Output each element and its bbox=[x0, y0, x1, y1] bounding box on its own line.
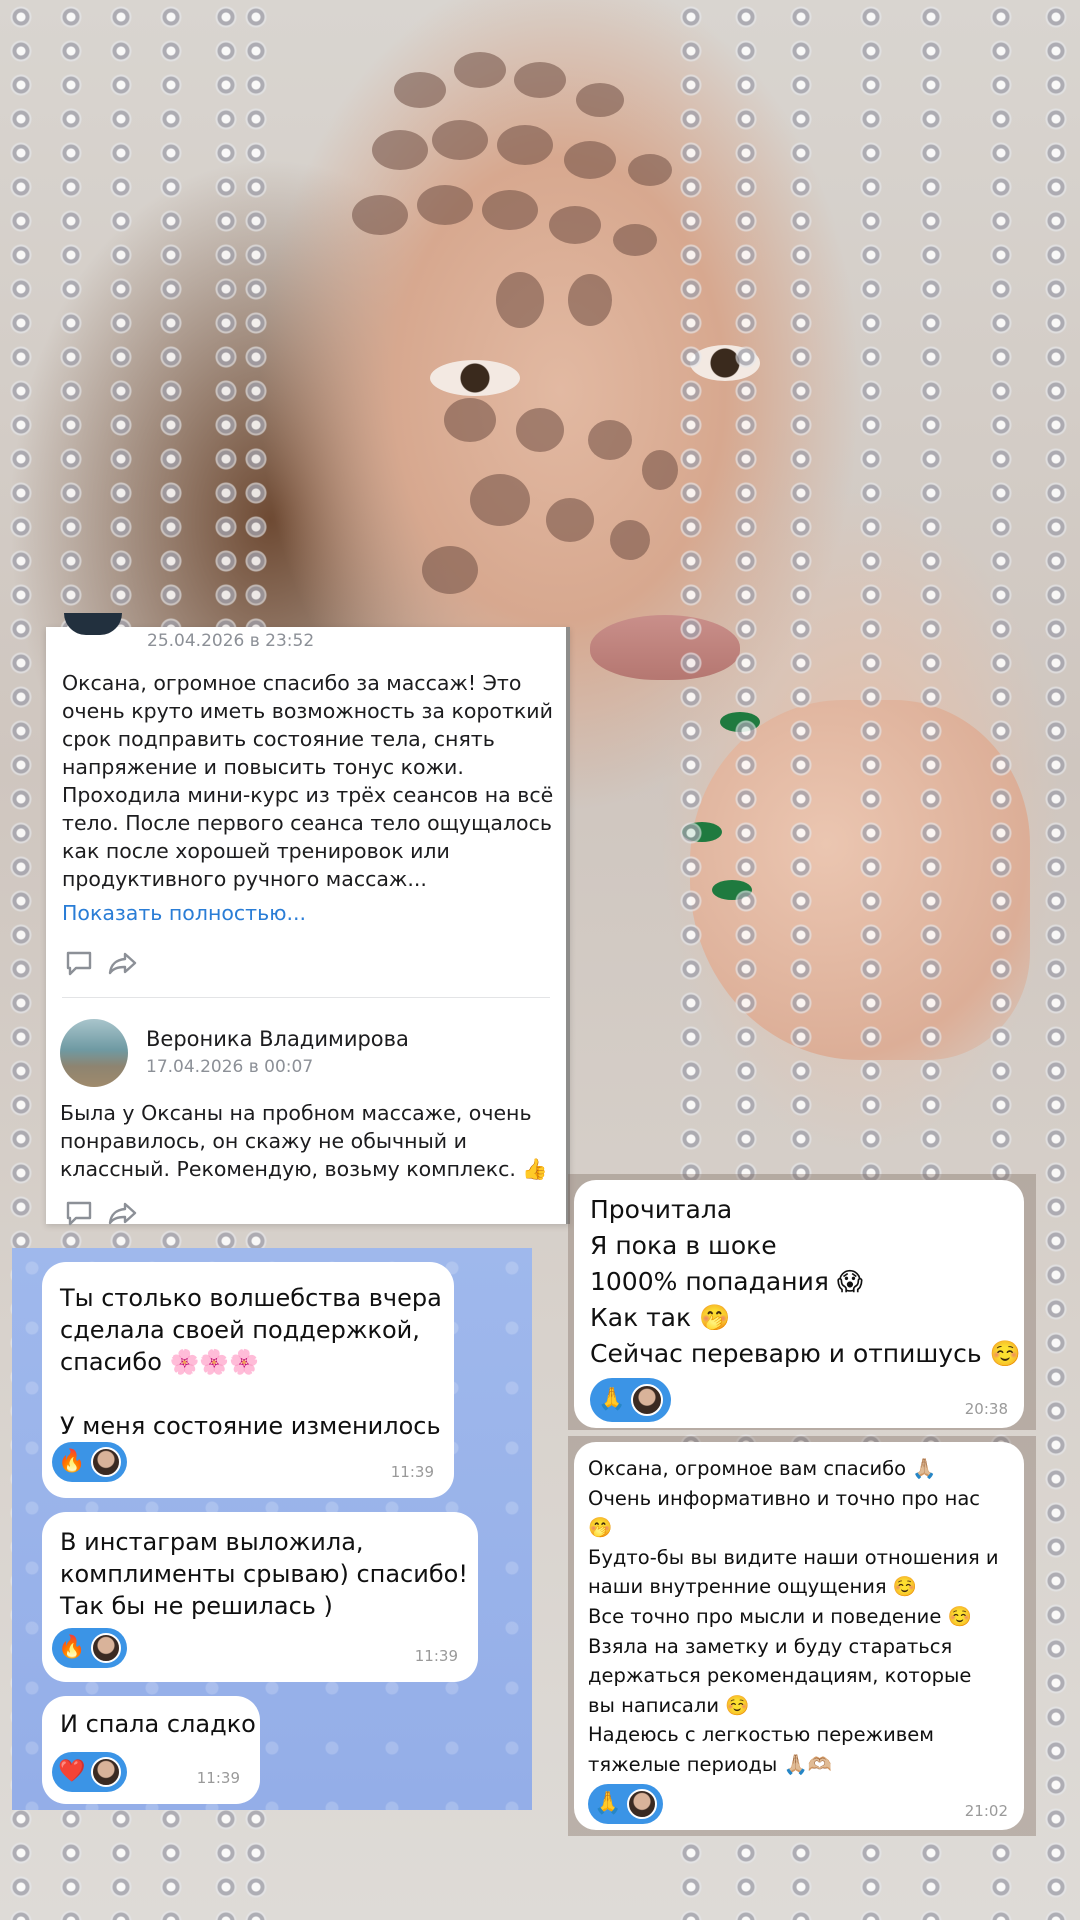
avatar bbox=[91, 1757, 122, 1787]
message-line: вы написали ☺️ bbox=[588, 1693, 750, 1717]
message-line: тяжелые периоды 🙏🏼🫶🏼 bbox=[588, 1752, 833, 1776]
message-text: Прочитала Я пока в шоке 1000% попадания … bbox=[590, 1192, 1021, 1372]
message-line: Прочитала bbox=[590, 1195, 733, 1224]
message-line: 1000% попадания 😱 bbox=[590, 1267, 863, 1296]
message-line: Очень информативно и точно про нас bbox=[588, 1486, 981, 1510]
heart-icon: ❤️ bbox=[58, 1759, 86, 1784]
review-card: 25.04.2026 в 23:52 Оксана, огромное спас… bbox=[46, 613, 570, 1227]
message-line: комплименты срываю) спасибо! bbox=[60, 1560, 468, 1588]
reaction-pill[interactable]: 🙏 bbox=[590, 1378, 672, 1422]
avatar bbox=[64, 613, 122, 635]
message-text: Оксана, огромное вам спасибо 🙏🏼 Очень ин… bbox=[588, 1454, 999, 1780]
message-time: 20:38 bbox=[964, 1400, 1008, 1418]
show-more-link[interactable]: Показать полностью... bbox=[62, 901, 306, 925]
message-line: Будто-бы вы видите наши отношения и bbox=[588, 1545, 999, 1569]
message-time: 11:39 bbox=[196, 1769, 240, 1787]
message-text: В инстаграм выложила, комплименты срываю… bbox=[60, 1526, 468, 1622]
message-line: У меня состояние изменилось bbox=[60, 1412, 441, 1440]
avatar bbox=[91, 1447, 122, 1477]
review-date: 17.04.2026 в 00:07 bbox=[146, 1057, 314, 1077]
message-line: сделала своей поддержкой, bbox=[60, 1316, 420, 1344]
share-icon[interactable] bbox=[108, 1199, 138, 1227]
pray-icon: 🙏 bbox=[594, 1791, 622, 1816]
message-line: Оксана, огромное вам спасибо 🙏🏼 bbox=[588, 1457, 937, 1480]
comment-icon[interactable] bbox=[64, 949, 94, 977]
message-line: 🤭 bbox=[588, 1516, 613, 1540]
avatar bbox=[91, 1633, 122, 1663]
message-line: Я пока в шоке bbox=[590, 1231, 777, 1260]
message-line: Все точно про мысли и поведение ☺️ bbox=[588, 1604, 972, 1628]
message-time: 11:39 bbox=[390, 1463, 434, 1481]
reaction-pill[interactable]: 🔥 bbox=[52, 1442, 128, 1482]
divider bbox=[62, 997, 550, 998]
message-line: Как так 🤭 bbox=[590, 1303, 731, 1332]
message-time: 21:02 bbox=[964, 1802, 1008, 1820]
message-line: держаться рекомендациям, которые bbox=[588, 1664, 972, 1688]
reaction-pill[interactable]: ❤️ bbox=[52, 1752, 128, 1792]
message-time: 11:39 bbox=[414, 1647, 458, 1665]
message-bubble: И спала сладко ❤️ 11:39 bbox=[42, 1696, 260, 1804]
lips bbox=[590, 615, 740, 680]
message-line bbox=[60, 1378, 442, 1410]
message-bubble: В инстаграм выложила, комплименты срываю… bbox=[42, 1512, 478, 1682]
reaction-pill[interactable]: 🔥 bbox=[52, 1628, 128, 1668]
message-line: спасибо 🌸🌸🌸 bbox=[60, 1348, 260, 1376]
reviewer-name[interactable]: Вероника Владимирова bbox=[146, 1027, 409, 1051]
message-line: Сейчас переварю и отпишусь ☺️ bbox=[590, 1339, 1021, 1368]
telegram-chat-panel: Ты столько волшебства вчера сделала свое… bbox=[12, 1248, 532, 1810]
avatar[interactable] bbox=[60, 1019, 128, 1087]
avatar bbox=[631, 1384, 664, 1416]
comment-icon[interactable] bbox=[64, 1199, 94, 1227]
eye-left bbox=[430, 360, 520, 396]
review-text: Была у Оксаны на пробном массаже, очень … bbox=[60, 1101, 548, 1181]
avatar bbox=[627, 1789, 658, 1819]
message-line: Взяла на заметку и буду стараться bbox=[588, 1634, 953, 1658]
chat-card: Оксана, огромное вам спасибо 🙏🏼 Очень ин… bbox=[568, 1436, 1036, 1836]
share-icon[interactable] bbox=[108, 949, 138, 977]
message-line: И спала сладко bbox=[60, 1710, 256, 1738]
message-line: Надеюсь с легкостью переживем bbox=[588, 1723, 935, 1747]
crystal-strand bbox=[1045, 0, 1067, 1920]
fire-icon: 🔥 bbox=[58, 1449, 86, 1474]
message-bubble: Оксана, огромное вам спасибо 🙏🏼 Очень ин… bbox=[574, 1442, 1024, 1830]
review-date: 25.04.2026 в 23:52 bbox=[147, 631, 315, 651]
review-text: Оксана, огромное спасибо за массаж! Это … bbox=[62, 671, 554, 891]
reaction-pill[interactable]: 🙏 bbox=[588, 1784, 664, 1824]
message-line: наши внутренние ощущения ☺️ bbox=[588, 1575, 918, 1599]
message-line: В инстаграм выложила, bbox=[60, 1528, 364, 1556]
message-bubble: Прочитала Я пока в шоке 1000% попадания … bbox=[574, 1180, 1024, 1428]
pray-icon: 🙏 bbox=[598, 1387, 626, 1412]
message-text: Ты столько волшебства вчера сделала свое… bbox=[60, 1282, 442, 1442]
message-text: И спала сладко bbox=[60, 1708, 256, 1740]
message-bubble: Ты столько волшебства вчера сделала свое… bbox=[42, 1262, 454, 1498]
message-line: Ты столько волшебства вчера bbox=[60, 1284, 442, 1312]
chat-card: Прочитала Я пока в шоке 1000% попадания … bbox=[568, 1174, 1036, 1430]
message-line: Так бы не решилась ) bbox=[60, 1592, 333, 1620]
fire-icon: 🔥 bbox=[58, 1635, 86, 1660]
